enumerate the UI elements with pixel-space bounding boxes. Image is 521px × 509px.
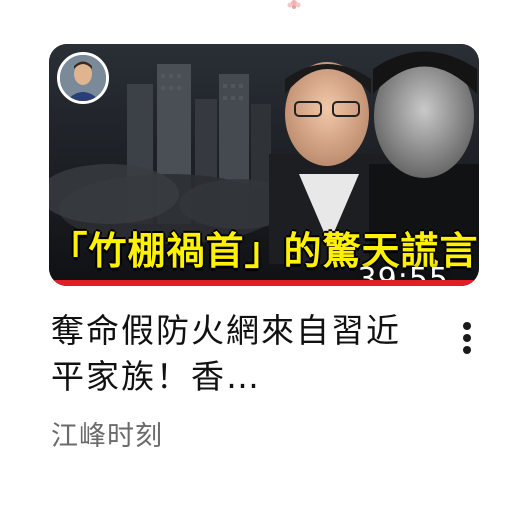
video-card-page: 「竹棚禍首」的驚天謊言 香港大火燒到習家族 39:55 奪命假防火網來自習近平家… xyxy=(0,0,521,509)
avatar-image xyxy=(60,55,106,101)
more-vert-icon xyxy=(463,322,471,330)
channel-avatar[interactable] xyxy=(57,52,109,104)
video-title[interactable]: 奪命假防火網來自習近平家族！香… xyxy=(51,308,431,400)
watch-progress-bar xyxy=(49,280,479,286)
video-thumbnail[interactable]: 「竹棚禍首」的驚天謊言 香港大火燒到習家族 39:55 xyxy=(49,44,479,286)
channel-name[interactable]: 江峰时刻 xyxy=(51,414,163,453)
flower-icon xyxy=(287,0,301,9)
more-vert-icon-dot-2 xyxy=(463,334,471,342)
more-options-button[interactable] xyxy=(452,318,482,358)
more-vert-icon-dot-3 xyxy=(463,346,471,354)
